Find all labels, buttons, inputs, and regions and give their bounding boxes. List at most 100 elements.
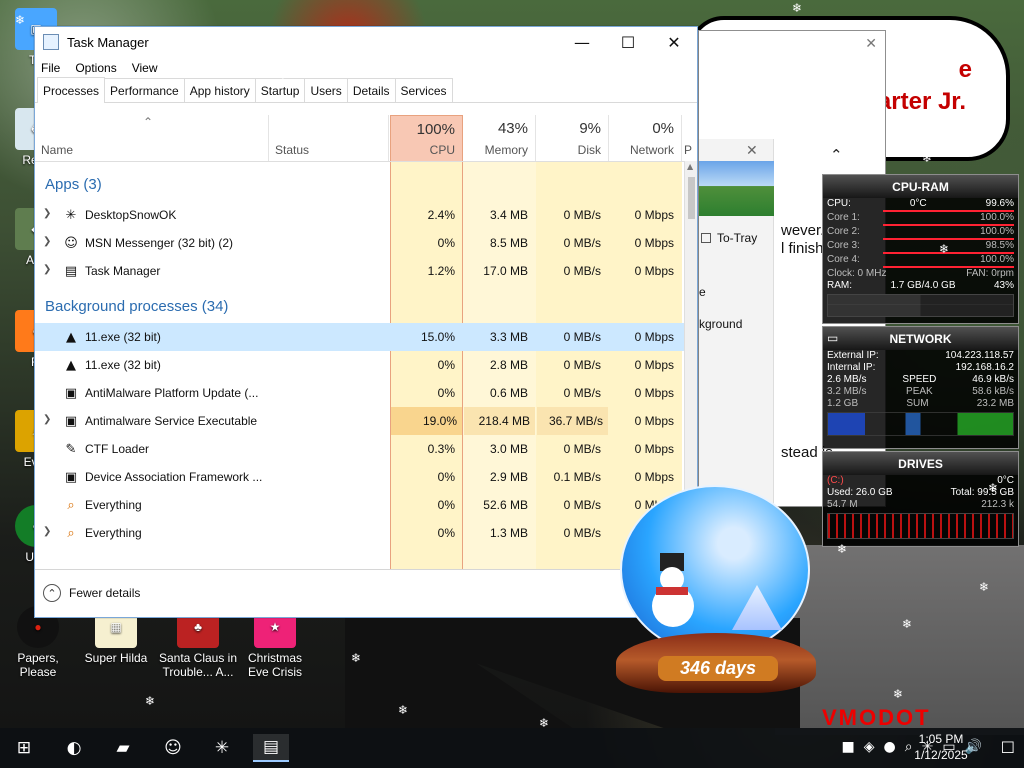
process-cpu: 0% — [437, 358, 455, 372]
table-row[interactable]: ❯ ☺ MSN Messenger (32 bit) (2) 0% 8.5 MB… — [35, 229, 684, 257]
column-power[interactable]: P — [682, 115, 697, 161]
folder-icon[interactable]: ▰ — [105, 734, 141, 762]
column-memory[interactable]: 43% Memory — [463, 115, 536, 161]
process-network: 0 Mbps — [634, 386, 674, 400]
drives-gadget[interactable]: DRIVES (C:) 0°C Used: 26.0 GB Total: 99.5 … — [822, 451, 1019, 547]
vertical-scroll-thumb[interactable] — [688, 177, 695, 219]
table-row[interactable]: ▣ AntiMalware Platform Update (... 0% 0.… — [35, 379, 684, 407]
column-status-label: Status — [275, 143, 310, 157]
column-disk[interactable]: 9% Disk — [536, 115, 609, 161]
close-icon[interactable]: ✕ — [746, 143, 758, 159]
snowflake-icon: ❄ — [837, 542, 848, 556]
internal-ip-value: 192.168.16.2 — [955, 362, 1014, 373]
tab-services[interactable]: Services — [394, 78, 453, 102]
snowflake-icon: ❄ — [902, 617, 913, 631]
messenger-icon[interactable]: ☺ — [155, 734, 191, 762]
process-memory: 1.3 MB — [489, 526, 528, 540]
core-3-value: 98.5% — [985, 240, 1014, 251]
task-manager-window[interactable]: Task Manager — ☐ ✕ File Options View Pro… — [34, 26, 698, 618]
column-status[interactable]: Status — [269, 115, 389, 161]
messenger-icon: ☺ — [64, 235, 78, 251]
menu-options[interactable]: Options — [75, 61, 116, 75]
partial-label-e: e — [699, 285, 706, 299]
process-memory: 3.3 MB — [489, 330, 528, 344]
column-network[interactable]: 0% Network — [609, 115, 682, 161]
table-row[interactable]: ▲ 11.exe (32 bit) 15.0% 3.3 MB 0 MB/s 0 … — [35, 323, 684, 351]
process-name: Everything — [85, 526, 142, 540]
title-bar[interactable]: Task Manager — ☐ ✕ — [35, 27, 697, 57]
internal-ip-label: Internal IP: — [827, 362, 876, 373]
column-network-label: Network — [629, 143, 674, 157]
menu-bar: File Options View — [35, 57, 697, 79]
process-disk: 0 MB/s — [563, 386, 601, 400]
clock[interactable]: 1:05 PM 1/12/2025 — [896, 731, 986, 763]
expand-icon[interactable]: ❯ — [43, 414, 51, 425]
process-disk: 0 MB/s — [563, 358, 601, 372]
notifications-icon[interactable]: ☐ — [1001, 738, 1015, 757]
expand-icon[interactable]: ❯ — [43, 208, 51, 219]
expand-icon[interactable]: ❯ — [43, 236, 51, 247]
process-cpu: 0% — [437, 498, 455, 512]
table-row[interactable]: ⌕ Everything 0% 52.6 MB 0 MB/s 0 Mbps — [35, 491, 684, 519]
maximize-button[interactable]: ☐ — [605, 27, 651, 57]
total-upload: 23.2 MB — [976, 398, 1014, 409]
column-name[interactable]: ⌃ Name — [35, 115, 269, 161]
column-name-label: Name — [41, 143, 74, 157]
snowflake-icon: ❄ — [988, 481, 999, 495]
to-tray-button[interactable]: To-Tray — [701, 231, 757, 245]
table-row[interactable]: ✎ CTF Loader 0.3% 3.0 MB 0 MB/s 0 Mbps — [35, 435, 684, 463]
app-tray-icon[interactable]: ◈ — [864, 739, 875, 755]
minimize-button[interactable]: — — [559, 27, 605, 57]
table-row[interactable]: ❯ ▤ Task Manager 1.2% 17.0 MB 0 MB/s 0 M… — [35, 257, 684, 285]
menu-file[interactable]: File — [41, 61, 60, 75]
menu-view[interactable]: View — [132, 61, 158, 75]
tab-details[interactable]: Details — [346, 78, 396, 102]
task-manager-icon[interactable]: ▤ — [253, 734, 289, 762]
square-icon[interactable]: ■ — [842, 739, 855, 755]
table-row[interactable]: ▣ Device Association Framework ... 0% 2.… — [35, 463, 684, 491]
core-3-label: Core 3: — [827, 240, 860, 251]
process-cpu: 0% — [437, 526, 455, 540]
up-arrow-icon[interactable]: ⌃ — [830, 146, 843, 164]
core-2-value: 100.0% — [980, 226, 1014, 237]
network-gadget[interactable]: ▭ NETWORK External IP: 104.223.118.57 Inte… — [822, 326, 1019, 449]
section-apps: Apps (3) — [45, 176, 102, 193]
download-speed: 2.6 MB/s — [827, 374, 867, 385]
table-row[interactable]: ❯ ✳ DesktopSnowOK 2.4% 3.4 MB 0 MB/s 0 M… — [35, 201, 684, 229]
ram-label: RAM: — [827, 280, 852, 291]
drop-icon[interactable]: ● — [884, 739, 896, 755]
close-icon[interactable]: ✕ — [865, 36, 877, 52]
inner-panel: ✕ To-Tray e kground — [699, 139, 774, 504]
expand-icon[interactable]: ❯ — [43, 264, 51, 275]
windows-start-button[interactable]: ⊞ — [6, 734, 42, 762]
cpu-temperature: 0°C — [909, 198, 927, 209]
tab-app-history[interactable]: App history — [183, 78, 256, 102]
tab-performance[interactable]: Performance — [104, 78, 185, 102]
scroll-up-icon[interactable]: ▲ — [687, 162, 693, 171]
snowflake-icon[interactable]: ✳ — [204, 734, 240, 762]
table-row[interactable]: ▲ 11.exe (32 bit) 0% 2.8 MB 0 MB/s 0 Mbp… — [35, 351, 684, 379]
window-title: Task Manager — [67, 34, 149, 50]
cpu-total: 100% — [416, 121, 455, 138]
expand-icon[interactable]: ❯ — [43, 526, 51, 537]
close-button[interactable]: ✕ — [651, 27, 697, 57]
snowflake-icon: ❄ — [398, 703, 409, 717]
snowflake-icon: ❄ — [893, 687, 904, 701]
drives-header: DRIVES — [823, 452, 1018, 475]
tab-users[interactable]: Users — [304, 78, 348, 102]
drive-label: (C:) — [827, 475, 844, 486]
table-row[interactable]: ❯ ▣ Antimalware Service Executable 19.0%… — [35, 407, 684, 435]
tab-processes[interactable]: Processes — [37, 77, 106, 103]
process-network: 0 Mbps — [634, 330, 674, 344]
column-cpu[interactable]: 100% CPU — [390, 115, 463, 161]
process-disk: 0 MB/s — [563, 498, 601, 512]
process-disk: 0 MB/s — [563, 330, 601, 344]
chevron-up-icon[interactable]: ⌃ — [43, 584, 61, 602]
fewer-details-button[interactable]: Fewer details — [69, 586, 140, 600]
table-row[interactable]: ❯ ⌕ Everything 0% 1.3 MB 0 MB/s 0 Mbps — [35, 519, 684, 547]
window-icon — [701, 233, 711, 243]
snow-globe[interactable]: 346 days — [612, 485, 820, 701]
firefox-icon[interactable]: ◐ — [56, 734, 92, 762]
cpu-ram-gadget[interactable]: CPU-RAM CPU: 0°C 99.6% Core 1: 100.0% Core … — [822, 174, 1019, 324]
snowflake-icon: ❄ — [145, 694, 156, 708]
